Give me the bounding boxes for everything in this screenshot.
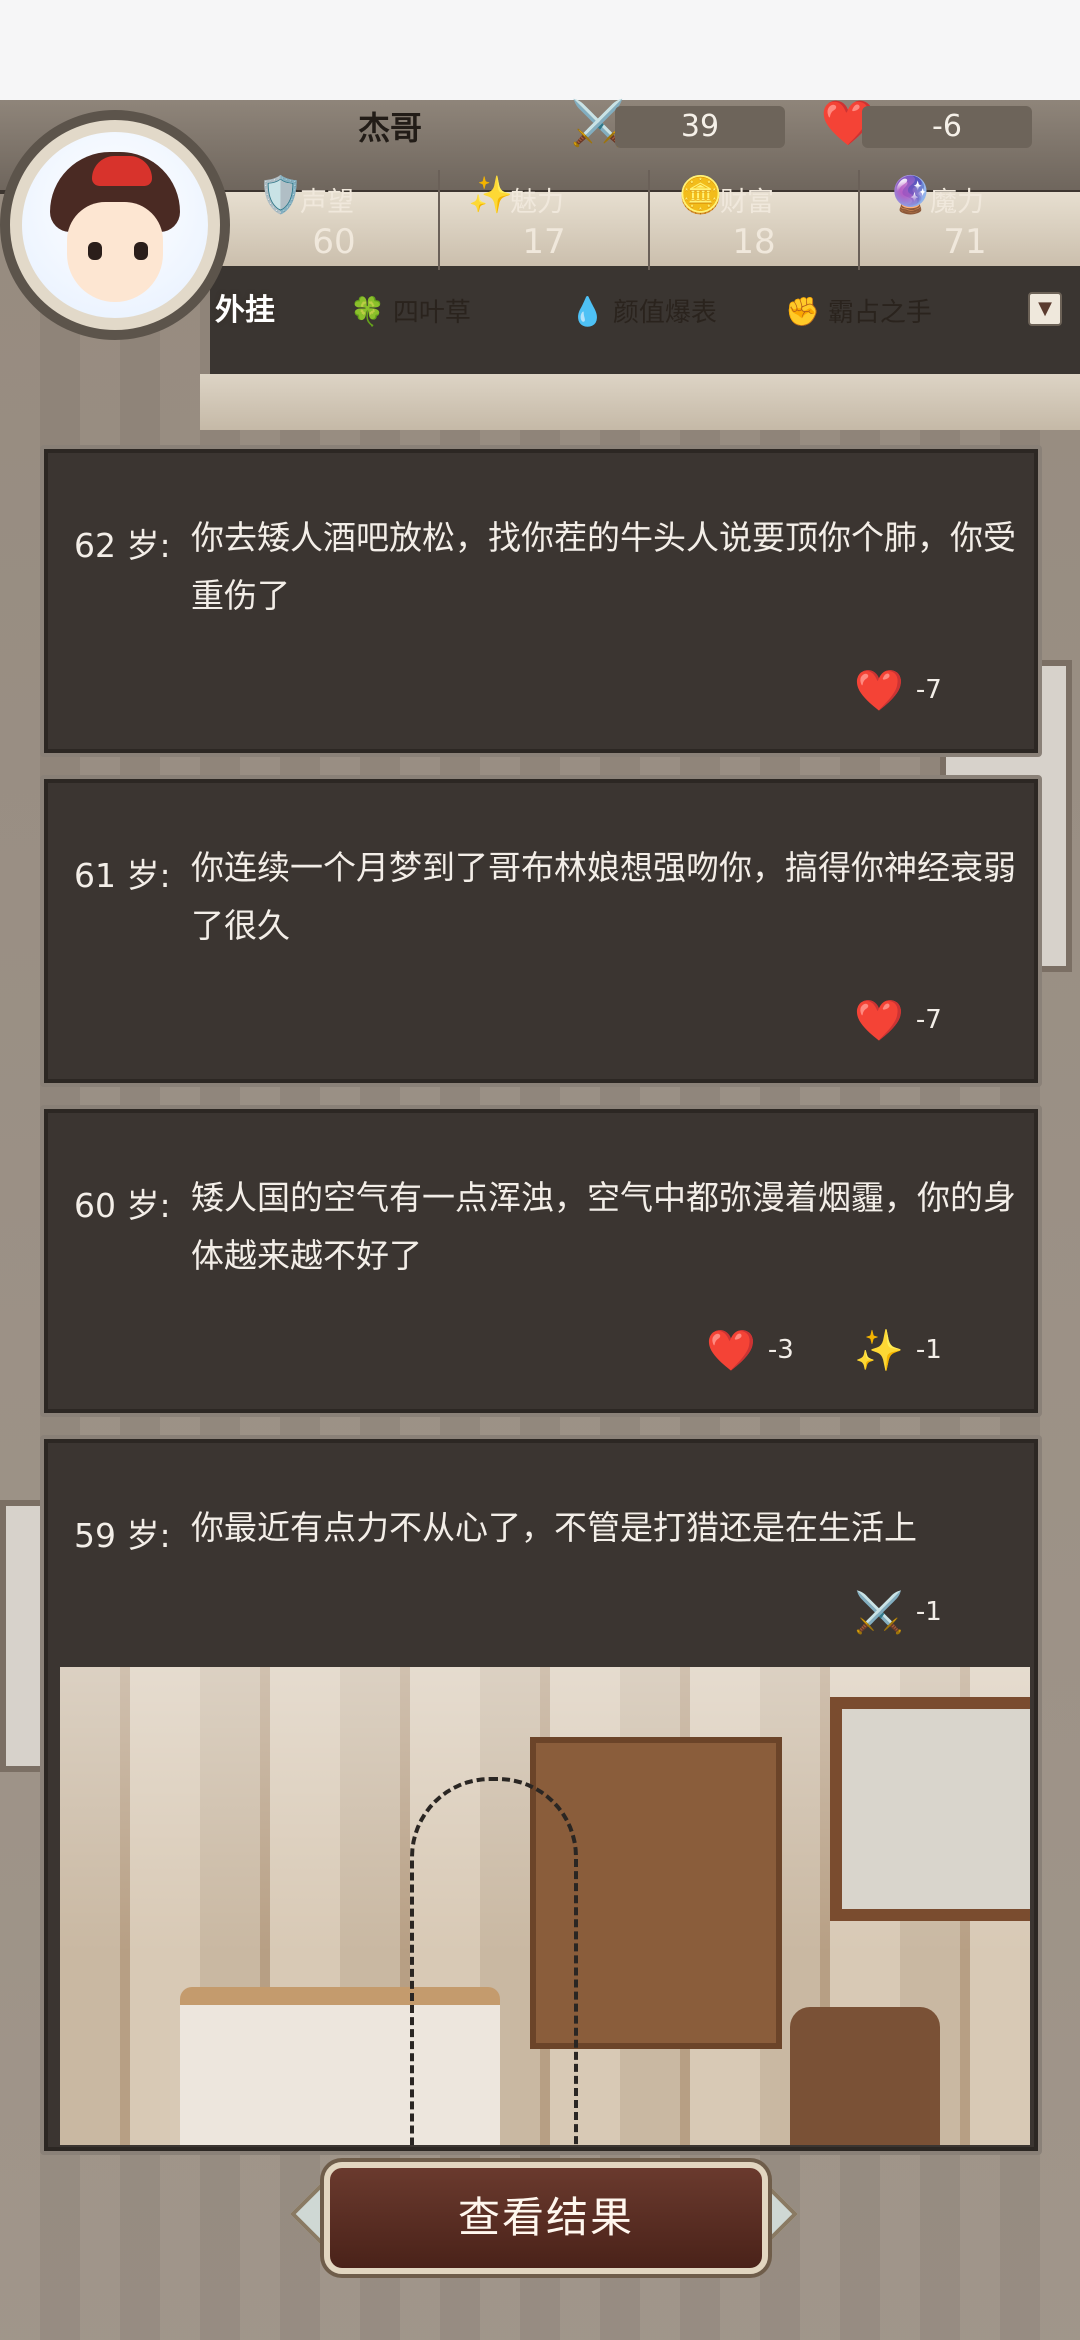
view-result-button[interactable]: 查看结果 [324, 2162, 768, 2274]
event-text: 你连续一个月梦到了哥布林娘想强吻你，搞得你神经衰弱了很久 [191, 848, 1016, 945]
event-card: 60 岁: 矮人国的空气有一点浑浊，空气中都弥漫着烟霾，你的身体越来越不好了 ❤… [40, 1105, 1042, 1417]
cheat-item[interactable]: ✊ 霸占之手 [785, 292, 932, 329]
cheat-item[interactable]: 💧 颜值爆表 [570, 292, 717, 329]
health-value: -6 [862, 106, 1032, 148]
coins-icon: 🪙 [678, 175, 723, 216]
attack-value: 39 [615, 106, 785, 148]
heart-icon: ❤️ [854, 668, 904, 714]
event-text: 你去矮人酒吧放松，找你茬的牛头人说要顶你个肺，你受重伤了 [191, 518, 1016, 615]
bubble-icon: 💧 [570, 295, 605, 328]
player-name: 杰哥 [357, 109, 422, 147]
cheat-item[interactable]: 🍀 四叶草 [350, 292, 471, 329]
barrel-illustration [790, 2007, 940, 2145]
event-card: 62 岁: 你去矮人酒吧放松，找你茬的牛头人说要顶你个肺，你受重伤了 ❤️ -7 [40, 445, 1042, 757]
shield-icon: 🛡️ [258, 175, 303, 216]
chevron-down-icon[interactable]: ▼ [1028, 292, 1062, 326]
event-text: 你最近有点力不从心了，不管是打猎还是在生活上 [191, 1508, 917, 1547]
heart-icon: ❤️ [706, 1328, 756, 1374]
event-effect: ✨ -1 [854, 1328, 942, 1374]
ghost-silhouette [410, 1777, 578, 2145]
stat-reputation[interactable]: 🛡️ 声望 60 [230, 170, 440, 270]
sparkle-icon: ✨ [468, 175, 513, 216]
weapon-frame-illustration [830, 1697, 1030, 1921]
event-effect: ❤️ -3 [706, 1328, 794, 1374]
event-effect: ❤️ -7 [854, 998, 942, 1044]
avatar [22, 132, 208, 318]
cheat-bar [200, 374, 1080, 430]
stat-wealth[interactable]: 🪙 财富 18 [650, 170, 860, 270]
sparkle-icon: ✨ [854, 1328, 904, 1374]
event-card: 61 岁: 你连续一个月梦到了哥布林娘想强吻你，搞得你神经衰弱了很久 ❤️ -7 [40, 775, 1042, 1087]
event-effect: ⚔️ -1 [854, 1590, 942, 1636]
clover-icon: 🍀 [350, 295, 385, 328]
stat-magic[interactable]: 🔮 魔力 71 [860, 170, 1070, 270]
fist-icon: ✊ [785, 295, 820, 328]
heart-icon: ❤️ [854, 998, 904, 1044]
stat-charm[interactable]: ✨ 魅力 17 [440, 170, 650, 270]
event-text: 矮人国的空气有一点浑浊，空气中都弥漫着烟霾，你的身体越来越不好了 [191, 1178, 1016, 1275]
sword-icon: ⚔️ [854, 1590, 904, 1636]
avatar-frame[interactable] [0, 110, 230, 340]
event-illustration [60, 1667, 1030, 2145]
cheat-label: 外挂 [215, 293, 275, 328]
event-effect: ❤️ -7 [854, 668, 942, 714]
magic-orb-icon: 🔮 [888, 175, 933, 216]
event-card: 59 岁: 你最近有点力不从心了，不管是打猎还是在生活上 ⚔️ -1 [40, 1435, 1042, 2155]
